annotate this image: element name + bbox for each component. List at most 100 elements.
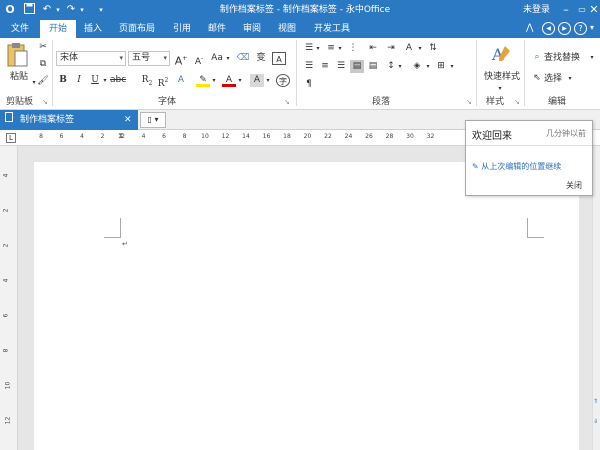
font-size-combo[interactable]: 五号 ▾ <box>128 51 170 66</box>
underline-icon[interactable]: U <box>88 74 102 87</box>
enclose-characters-icon[interactable]: 字 <box>276 74 290 87</box>
find-replace-dropdown-icon[interactable]: ▾ <box>588 51 596 65</box>
ribbon-arrow-icon[interactable]: ◀ <box>542 22 555 35</box>
help-icon[interactable]: ? <box>574 22 587 35</box>
close-window-icon[interactable]: ✕ <box>588 0 600 20</box>
subscript-icon[interactable]: R2 <box>140 74 154 87</box>
ruler-tick-label: 28 <box>385 133 394 140</box>
customize-quick-access-icon[interactable]: ▾ <box>96 3 106 17</box>
align-center-icon[interactable]: ≡ <box>318 60 332 73</box>
shading-dropdown-icon[interactable]: ▾ <box>264 74 272 87</box>
editing-group-label: 编辑 <box>548 97 567 107</box>
select-icon[interactable]: ⇖ <box>530 72 544 85</box>
find-replace-button[interactable]: 查找替换 <box>544 51 588 65</box>
borders-icon[interactable]: ⊞ <box>434 60 448 73</box>
quick-styles-icon[interactable]: A <box>488 42 514 68</box>
bold-icon[interactable]: B <box>56 74 70 87</box>
underline-dropdown-icon[interactable]: ▾ <box>101 74 109 87</box>
ruler-tick-label: 30 <box>406 133 414 140</box>
change-case-icon[interactable]: Aa <box>210 52 224 65</box>
new-document-icon[interactable]: ▯ ▾ <box>140 112 166 128</box>
paragraph-shading-icon[interactable]: ◈ <box>410 60 424 73</box>
change-case-dropdown-icon[interactable]: ▾ <box>224 52 232 65</box>
distributed-icon[interactable]: ▤ <box>366 60 380 73</box>
scroll-down-icon[interactable]: ⇓ <box>593 418 600 425</box>
tab-insert[interactable]: 插入 <box>76 20 110 38</box>
line-spacing-dropdown-icon[interactable]: ▾ <box>396 60 404 73</box>
undo-icon[interactable]: ↶ <box>40 3 54 17</box>
select-button[interactable]: 选择 <box>544 72 566 86</box>
paragraph-launcher-icon[interactable]: ↘ <box>466 98 472 106</box>
tab-review[interactable]: 审阅 <box>234 20 270 38</box>
redo-dropdown-icon[interactable]: ▾ <box>78 3 86 17</box>
document-page[interactable]: ↵ <box>34 162 579 450</box>
cut-icon[interactable]: ✂ <box>36 41 50 54</box>
format-painter-icon[interactable]: 🖌 <box>36 75 50 88</box>
shading-dropdown-icon[interactable]: ▾ <box>424 60 432 73</box>
text-effects-icon[interactable]: A <box>174 74 188 87</box>
close-tab-icon[interactable]: ✕ <box>124 110 132 130</box>
strikethrough-icon[interactable]: abc <box>110 74 126 87</box>
tab-references[interactable]: 引用 <box>164 20 200 38</box>
vertical-ruler-tick-label: 10 <box>4 381 12 390</box>
chinese-layout-dropdown-icon[interactable]: ▾ <box>416 42 424 55</box>
align-left-icon[interactable]: ☰ <box>302 60 316 73</box>
italic-icon[interactable]: I <box>72 74 86 87</box>
ribbon-tabs: 文件 开始 插入 页面布局 引用 邮件 审阅 视图 开发工具 ⋀ ◀ ▶ ? ▾ <box>0 20 600 38</box>
minimize-icon[interactable]: – <box>558 0 574 20</box>
grow-font-icon[interactable]: A+ <box>174 52 188 68</box>
justify-icon[interactable]: ▤ <box>350 60 364 73</box>
title-bar: O ↶ ▾ ↷ ▾ ▾ 制作档案标签 - 制作档案标签 - 永中Office 未… <box>0 0 600 20</box>
tab-view[interactable]: 视图 <box>270 20 304 38</box>
popup-close-button[interactable]: 关闭 <box>566 180 582 191</box>
styles-launcher-icon[interactable]: ↘ <box>514 98 520 106</box>
tab-home[interactable]: 开始 <box>40 20 76 38</box>
tab-selector-icon[interactable]: L <box>6 133 16 143</box>
shrink-font-icon[interactable]: A- <box>192 52 206 67</box>
borders-dropdown-icon[interactable]: ▾ <box>448 60 456 73</box>
highlight-dropdown-icon[interactable]: ▾ <box>210 74 218 87</box>
ribbon-arrow-right-icon[interactable]: ▶ <box>558 22 571 35</box>
select-dropdown-icon[interactable]: ▾ <box>566 72 574 86</box>
find-replace-icon[interactable]: ⌕ <box>530 51 544 64</box>
bullets-dropdown-icon[interactable]: ▾ <box>314 42 322 55</box>
ruler-tick-label: 18 <box>283 133 291 140</box>
tab-mailings[interactable]: 邮件 <box>200 20 234 38</box>
align-right-icon[interactable]: ☰ <box>334 60 348 73</box>
sort-icon[interactable]: ⇅ <box>426 42 440 55</box>
phonetic-guide-icon[interactable]: 变 <box>254 52 268 65</box>
font-color-dropdown-icon[interactable]: ▾ <box>236 74 244 87</box>
login-status[interactable]: 未登录 <box>523 0 550 20</box>
tab-developer[interactable]: 开发工具 <box>304 20 360 38</box>
redo-icon[interactable]: ↷ <box>64 3 78 17</box>
scroll-up-icon[interactable]: ⇑ <box>593 398 600 405</box>
document-tab[interactable]: 制作档案标签 ✕ <box>0 110 138 130</box>
clear-formatting-icon[interactable]: ⌫ <box>236 52 250 65</box>
tab-file[interactable]: 文件 <box>0 20 40 38</box>
clipboard-launcher-icon[interactable]: ↘ <box>42 98 48 106</box>
character-shading-icon[interactable]: A <box>250 74 264 87</box>
paste-icon[interactable] <box>6 42 30 72</box>
highlight-icon[interactable]: ✎ <box>196 74 210 87</box>
quick-styles-dropdown-icon[interactable]: ▾ <box>496 82 504 96</box>
ribbon-collapse-icon[interactable]: ⋀ <box>526 23 533 33</box>
show-marks-icon[interactable]: ¶ <box>302 78 316 91</box>
resume-editing-link[interactable]: ✎ 从上次编辑的位置继续 <box>472 161 561 172</box>
copy-icon[interactable]: ⧉ <box>36 58 50 71</box>
font-launcher-icon[interactable]: ↘ <box>284 98 290 106</box>
font-name-combo[interactable]: 宋体 ▾ <box>56 51 126 66</box>
numbering-dropdown-icon[interactable]: ▾ <box>336 42 344 55</box>
multilevel-list-icon[interactable]: ⋮ <box>346 42 360 55</box>
superscript-icon[interactable]: R2 <box>156 74 170 89</box>
vertical-scrollbar[interactable]: ⇑ ⇓ <box>592 146 600 450</box>
decrease-indent-icon[interactable]: ⇤ <box>366 42 380 55</box>
ruler-tick-label: 6 <box>162 133 166 140</box>
tab-page-layout[interactable]: 页面布局 <box>110 20 164 38</box>
increase-indent-icon[interactable]: ⇥ <box>384 42 398 55</box>
save-icon[interactable] <box>22 3 36 17</box>
character-border-icon[interactable]: A <box>272 52 286 65</box>
undo-dropdown-icon[interactable]: ▾ <box>54 3 62 17</box>
ribbon-options-icon[interactable]: ▾ <box>590 23 594 32</box>
font-color-icon[interactable]: A <box>222 74 236 87</box>
chinese-layout-icon[interactable]: A <box>402 42 416 55</box>
